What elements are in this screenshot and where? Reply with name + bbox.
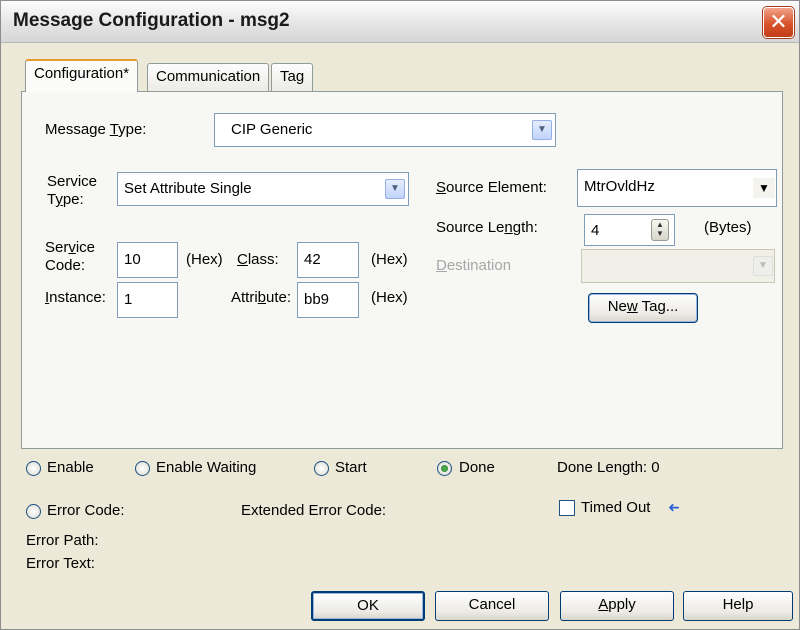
message-type-select[interactable]: CIP Generic	[214, 113, 556, 147]
service-type-select[interactable]: Set Attribute Single	[117, 172, 409, 206]
destination-select	[581, 249, 775, 283]
tab-configuration[interactable]: Configuration*	[25, 59, 139, 92]
destination-dropdown-button: ▼	[753, 256, 773, 276]
attribute-hex-label: (Hex)	[371, 289, 408, 306]
instance-value: 1	[124, 291, 133, 308]
attribute-value: bb9	[304, 291, 330, 308]
new-tag-button[interactable]: New Tag...	[588, 293, 698, 323]
chevron-down-icon: ▼	[758, 181, 770, 195]
service-type-value: Set Attribute Single	[124, 180, 252, 197]
source-length-spinner[interactable]: ▲ ▼	[651, 219, 669, 241]
instance-label: Instance:	[45, 289, 106, 306]
message-type-dropdown-button[interactable]: ▼	[532, 120, 552, 140]
source-length-value: 4	[591, 222, 600, 239]
service-code-hex-label: (Hex)	[186, 251, 223, 268]
ok-button[interactable]: OK	[311, 591, 425, 621]
start-radio	[314, 461, 329, 476]
tab-tag[interactable]: Tag	[271, 63, 314, 91]
done-length: Done Length: 0	[557, 459, 660, 476]
cancel-button[interactable]: Cancel	[435, 591, 549, 621]
window-title: Message Configuration - msg2	[13, 10, 290, 31]
service-code-value: 10	[124, 251, 141, 268]
apply-button-label: Apply	[598, 596, 636, 613]
arrow-left-icon: ➜	[668, 499, 680, 515]
source-element-label: Source Element:	[436, 179, 547, 196]
message-configuration-dialog: Message Configuration - msg2 ✕ Configura…	[0, 0, 800, 630]
class-input[interactable]: 42	[297, 242, 359, 278]
error-code-radio	[26, 504, 41, 519]
error-code-label: Error Code:	[47, 502, 125, 519]
spin-down-icon[interactable]: ▼	[652, 229, 668, 238]
source-element-value: MtrOvldHz	[584, 178, 655, 195]
class-label: Class:	[237, 251, 279, 268]
cancel-button-label: Cancel	[468, 596, 516, 613]
error-text-label: Error Text:	[26, 555, 95, 572]
timed-out-checkbox	[559, 500, 575, 516]
service-code-input[interactable]: 10	[117, 242, 178, 278]
instance-input[interactable]: 1	[117, 282, 178, 318]
service-type-dropdown-button[interactable]: ▼	[385, 179, 405, 199]
message-type-value: CIP Generic	[231, 121, 313, 138]
title-bar[interactable]: Message Configuration - msg2 ✕	[1, 1, 799, 43]
timed-out-label: Timed Out	[581, 499, 651, 516]
done-label: Done	[459, 459, 495, 476]
chevron-down-icon: ▼	[390, 183, 400, 194]
new-tag-button-label: New Tag...	[607, 298, 679, 315]
error-path-label: Error Path:	[26, 532, 99, 549]
close-icon: ✕	[769, 9, 788, 34]
help-button-label: Help	[722, 596, 754, 613]
service-type-label: Service Type:	[47, 173, 98, 208]
attribute-label: Attribute:	[231, 289, 292, 306]
chevron-down-icon: ▼	[758, 260, 768, 271]
chevron-down-icon: ▼	[537, 124, 547, 135]
service-code-label: Service Code:	[45, 239, 96, 274]
tab-tag-label: Tag	[280, 68, 305, 85]
done-radio	[437, 461, 452, 476]
enable-waiting-label: Enable Waiting	[156, 459, 257, 476]
destination-label: Destination	[436, 257, 512, 274]
tab-communication-label: Communication	[156, 68, 261, 85]
source-length-label: Source Length:	[436, 219, 538, 236]
spin-up-icon[interactable]: ▲	[652, 220, 668, 229]
tab-configuration-label: Configuration*	[34, 65, 130, 82]
tab-communication[interactable]: Communication	[147, 63, 270, 91]
enable-waiting-radio	[135, 461, 150, 476]
message-type-label: Message Type:	[45, 121, 147, 138]
source-element-dropdown-button[interactable]: ▼	[753, 178, 775, 198]
extended-error-code-label: Extended Error Code:	[241, 502, 387, 519]
class-hex-label: (Hex)	[371, 251, 408, 268]
apply-button[interactable]: Apply	[560, 591, 674, 621]
attribute-input[interactable]: bb9	[297, 282, 359, 318]
close-button[interactable]: ✕	[763, 7, 794, 38]
ok-button-label: OK	[357, 597, 379, 614]
help-button[interactable]: Help	[683, 591, 793, 621]
enable-label: Enable	[47, 459, 94, 476]
bytes-label: (Bytes)	[704, 219, 752, 236]
enable-radio	[26, 461, 41, 476]
start-label: Start	[335, 459, 367, 476]
class-value: 42	[304, 251, 321, 268]
source-element-select[interactable]: MtrOvldHz	[577, 169, 777, 207]
